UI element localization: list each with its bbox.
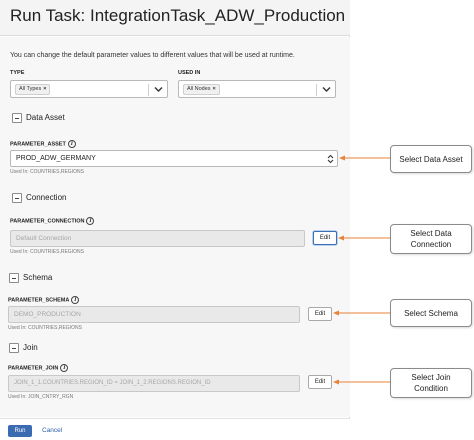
schema-used-in: Used In: COUNTRIES,REGIONS xyxy=(8,325,82,331)
connection-collapse-icon[interactable] xyxy=(12,193,22,203)
connection-used-in: Used In: COUNTRIES,REGIONS xyxy=(10,249,84,255)
used-in-filter[interactable]: All Nodes × xyxy=(178,80,336,98)
dialog-title: Run Task: IntegrationTask_ADW_Production xyxy=(10,6,346,25)
info-icon[interactable]: i xyxy=(86,217,95,225)
type-label: TYPE xyxy=(10,70,25,76)
used-in-label: USED IN xyxy=(178,70,201,76)
remove-chip-icon[interactable]: × xyxy=(43,86,46,92)
callout-select-data-asset: Select Data Asset xyxy=(390,145,472,173)
dialog-body: You can change the default parameter val… xyxy=(0,37,350,417)
join-field: JOIN_1_1.COUNTRIES.REGION_ID = JOIN_1_2.… xyxy=(8,375,300,392)
schema-section-title: Schema xyxy=(23,273,53,282)
join-used-in: Used In: JOIN_CNTRY_RGN xyxy=(8,394,74,400)
dialog-header: Run Task: IntegrationTask_ADW_Production xyxy=(0,0,350,36)
chevron-down-icon[interactable] xyxy=(154,86,163,93)
cancel-link[interactable]: Cancel xyxy=(42,427,62,434)
intro-text: You can change the default parameter val… xyxy=(10,52,295,59)
used-in-chip: All Nodes × xyxy=(183,84,220,95)
dialog-footer: Run Cancel xyxy=(0,418,350,440)
join-edit-button[interactable]: Edit xyxy=(308,375,332,389)
parameter-asset-label: PARAMETER_ASSET i xyxy=(10,140,76,148)
callout-select-data-connection: Select Data Connection xyxy=(390,224,472,254)
schema-edit-button[interactable]: Edit xyxy=(308,307,332,321)
join-collapse-icon[interactable] xyxy=(9,343,19,353)
data-asset-collapse-icon[interactable] xyxy=(12,113,22,123)
up-down-arrows-icon xyxy=(327,154,334,164)
schema-collapse-icon[interactable] xyxy=(9,273,19,283)
chevron-down-icon[interactable] xyxy=(322,86,331,93)
parameter-join-label: PARAMETER_JOIN i xyxy=(8,364,69,372)
run-task-dialog: Run Task: IntegrationTask_ADW_Production… xyxy=(0,0,350,440)
connection-field: Default Connection xyxy=(10,230,305,247)
info-icon[interactable]: i xyxy=(60,364,69,372)
connection-section-title: Connection xyxy=(26,193,67,202)
remove-chip-icon[interactable]: × xyxy=(213,86,216,92)
schema-field: DEMO_PRODUCTION xyxy=(8,306,300,323)
type-filter[interactable]: All Types × xyxy=(10,80,168,98)
callout-select-schema: Select Schema xyxy=(390,299,472,327)
run-button[interactable]: Run xyxy=(8,425,32,437)
type-chip: All Types × xyxy=(15,84,51,95)
data-asset-used-in: Used In: COUNTRIES,REGIONS xyxy=(10,169,84,175)
data-asset-select[interactable]: PROD_ADW_GERMANY xyxy=(10,150,338,167)
data-asset-section-title: Data Asset xyxy=(26,113,65,122)
connection-edit-button[interactable]: Edit xyxy=(313,231,337,245)
join-section-title: Join xyxy=(23,343,38,352)
parameter-schema-label: PARAMETER_SCHEMA i xyxy=(8,296,80,304)
parameter-connection-label: PARAMETER_CONNECTION i xyxy=(10,217,95,225)
info-icon[interactable]: i xyxy=(67,140,76,148)
info-icon[interactable]: i xyxy=(71,296,80,304)
callout-select-join-condition: Select Join Condition xyxy=(390,368,472,398)
